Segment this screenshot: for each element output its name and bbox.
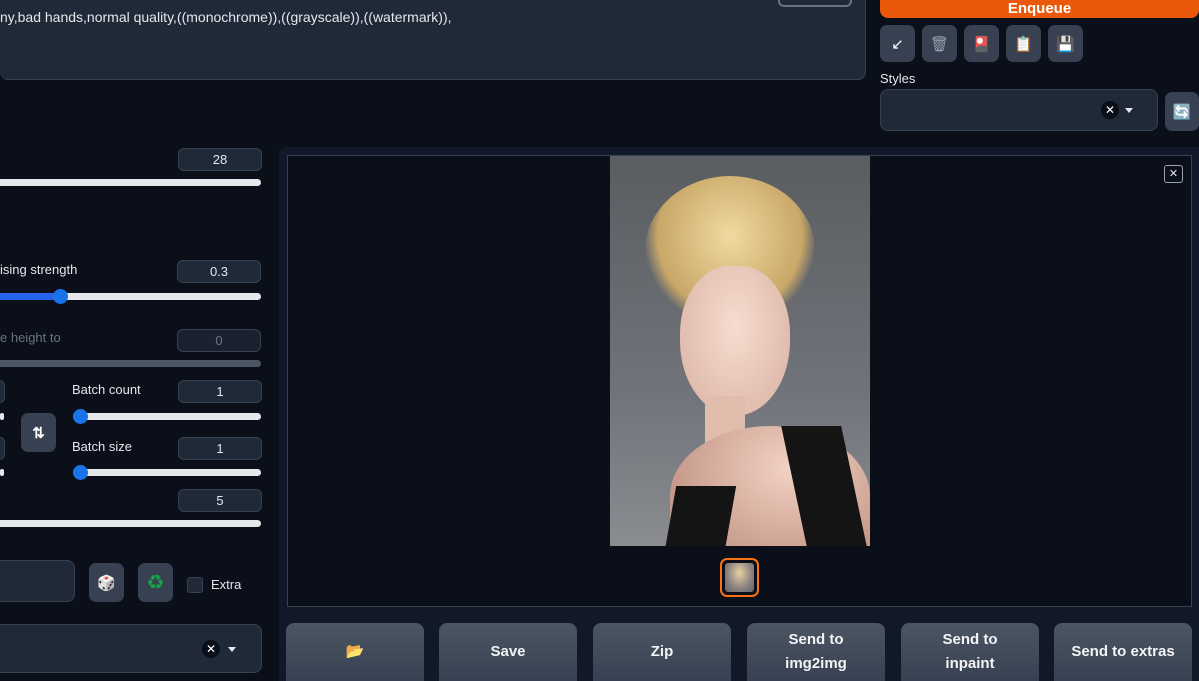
width-input[interactable] [0,380,5,403]
chevron-down-icon [228,647,236,652]
chevron-down-icon [1125,108,1133,113]
random-seed-button[interactable]: 🎲 [89,563,124,602]
send-to-img2img-button[interactable]: Send to img2img [747,623,885,681]
denoising-strength-slider[interactable] [0,289,261,304]
zip-button[interactable]: Zip [593,623,731,681]
save-icon: 💾 [1056,35,1075,53]
generated-image[interactable] [610,156,870,546]
refresh-styles-button[interactable]: 🔄 [1165,92,1199,131]
folder-icon: 📂 [345,643,365,660]
open-folder-button[interactable]: 📂 [286,623,424,681]
cfg-scale-input[interactable]: 5 [178,489,262,512]
styles-dropdown[interactable]: ✕ [880,89,1158,131]
arrow-icon: ↙ [891,35,904,53]
batch-count-input[interactable]: 1 [178,380,262,403]
negative-prompt-textarea[interactable]: ny,bad hands,normal quality,((monochrome… [0,0,866,80]
negative-prompt-text: ny,bad hands,normal quality,((monochrome… [0,9,452,25]
batch-count-slider[interactable] [73,409,261,424]
image-gallery: ✕ [287,155,1192,607]
batch-size-slider[interactable] [73,465,261,480]
reuse-seed-button[interactable]: ♻ [138,563,173,602]
extra-label: Extra [211,577,242,592]
send-to-img2img-label: Send to img2img [785,631,847,672]
sampling-steps-slider[interactable] [0,179,261,186]
cfg-scale-slider[interactable] [0,520,261,527]
denoising-strength-input[interactable]: 0.3 [177,260,261,283]
save-label: Save [490,643,526,660]
batch-size-input[interactable]: 1 [178,437,262,460]
swap-icon: ⇅ [32,424,45,442]
clear-icon[interactable]: ✕ [1101,101,1119,119]
send-to-extras-label: Send to extras [1071,643,1175,660]
denoising-strength-label: ising strength [0,262,78,277]
styles-label: Styles [880,71,916,86]
seed-input[interactable] [0,560,75,602]
trash-icon: 🗑 [929,35,950,53]
enqueue-label: Enqueue [1007,0,1072,17]
close-icon: ✕ [1168,168,1179,180]
enqueue-button[interactable]: Enqueue [880,0,1199,18]
image-icon: 🎴 [972,35,991,53]
send-to-inpaint-label: Send to inpaint [942,631,998,672]
send-to-inpaint-button[interactable]: Send to inpaint [901,623,1039,681]
sampling-steps-input[interactable]: 28 [178,148,262,171]
resize-height-label: e height to [0,330,61,345]
clipboard-icon: 📋 [1014,35,1033,53]
batch-size-label: Batch size [72,439,132,454]
paste-params-button[interactable]: 📋 [1006,25,1041,62]
close-gallery-button[interactable]: ✕ [1164,165,1183,183]
dice-icon: 🎲 [97,574,116,592]
batch-count-label: Batch count [72,382,141,397]
resize-height-input: 0 [177,329,261,352]
script-dropdown[interactable]: ✕ [0,624,262,673]
apply-styles-button[interactable]: ↙ [880,25,915,62]
resize-height-slider [0,360,261,367]
refresh-icon: 🔄 [1172,103,1192,121]
zip-label: Zip [650,643,674,660]
extra-networks-button[interactable]: 🎴 [964,25,999,62]
recycle-icon: ♻ [146,572,165,594]
prompt-side-button[interactable] [778,0,852,7]
send-to-extras-button[interactable]: Send to extras [1054,623,1192,681]
height-slider[interactable] [0,469,4,476]
height-input[interactable] [0,437,5,460]
save-button[interactable]: Save [439,623,577,681]
width-slider[interactable] [0,413,4,420]
gallery-thumbnail[interactable] [720,558,759,597]
swap-dimensions-button[interactable]: ⇅ [21,413,56,452]
extra-checkbox[interactable] [187,577,203,593]
clear-prompt-button[interactable]: 🗑 [922,25,957,62]
save-style-button[interactable]: 💾 [1048,25,1083,62]
clear-icon[interactable]: ✕ [202,640,220,658]
